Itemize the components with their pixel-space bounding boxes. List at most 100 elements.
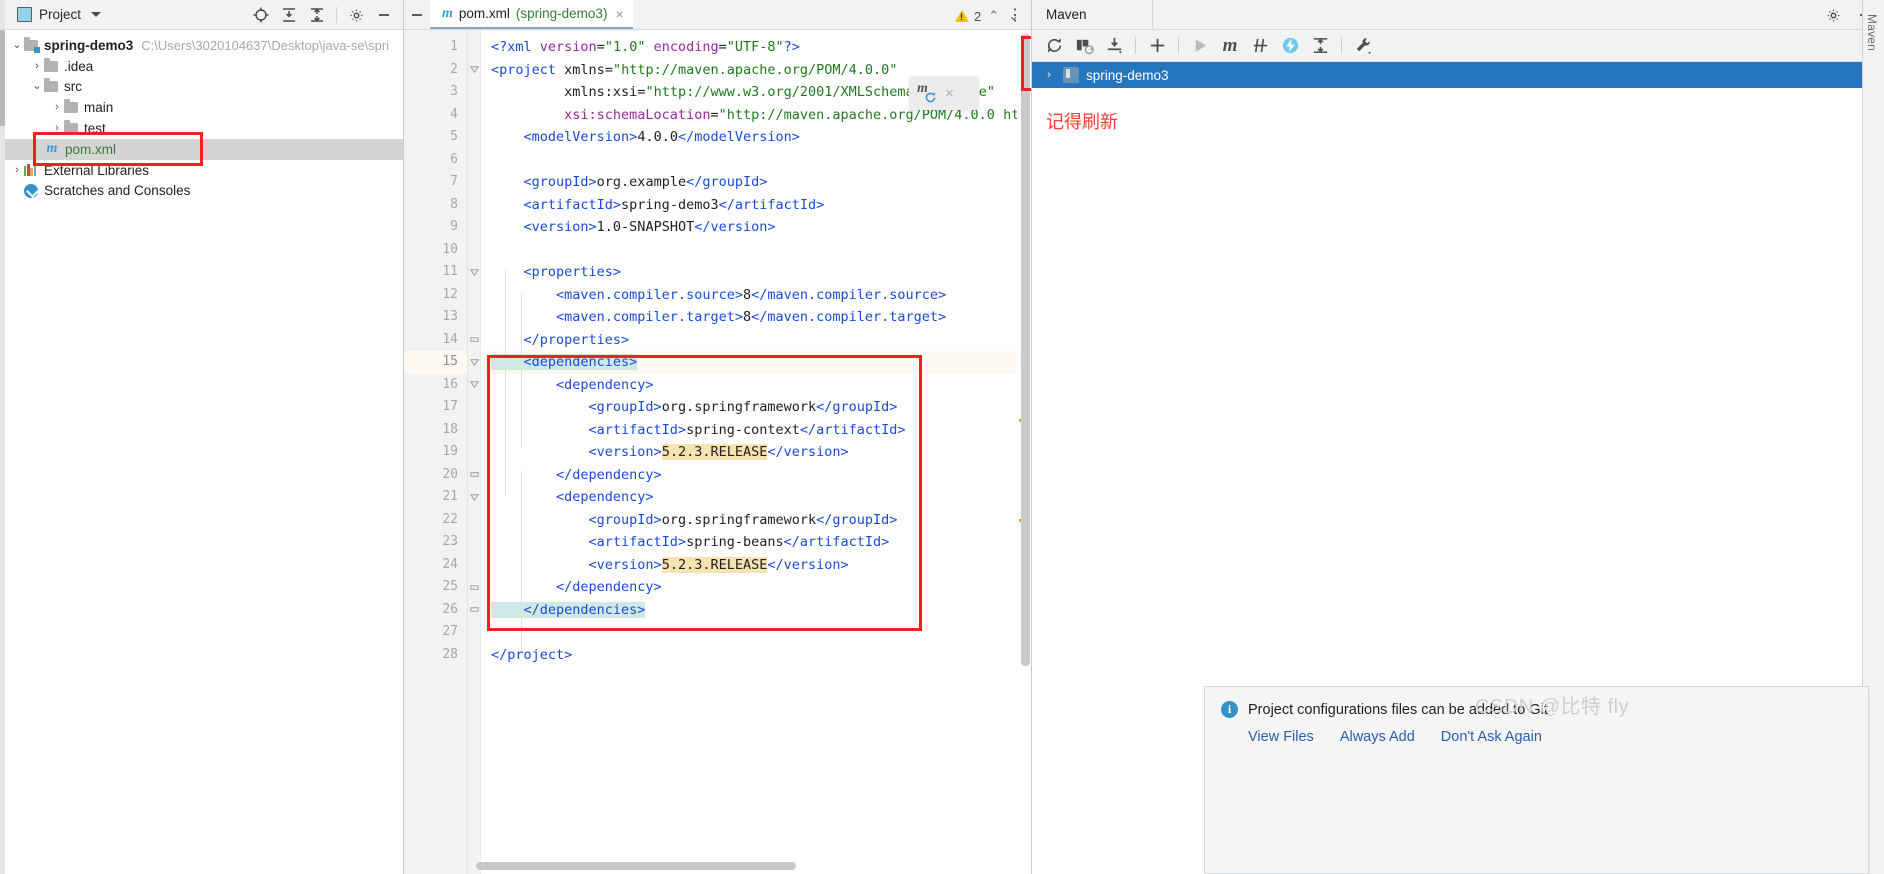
project-file-tree[interactable]: ⌄ spring-demo3 C:\Users\3020104637\Desktop… <box>0 30 403 201</box>
code-line[interactable]: <version>5.2.3.RELEASE</version> <box>481 441 1031 464</box>
chevron-down-icon[interactable] <box>91 12 102 17</box>
code-token: </dependency> <box>491 466 662 483</box>
chevron-down-icon[interactable]: ⌄ <box>30 81 44 92</box>
code-line[interactable]: </dependency> <box>481 576 1031 599</box>
chevron-right-icon[interactable]: › <box>50 123 64 134</box>
gear-icon[interactable] <box>343 2 369 28</box>
code-line[interactable]: <properties> <box>481 261 1031 284</box>
download-sources-icon[interactable] <box>1100 32 1128 60</box>
maven-toolbar: m <box>1032 30 1884 62</box>
code-token: </version> <box>694 219 776 235</box>
code-token: version <box>531 39 597 55</box>
close-icon[interactable]: × <box>615 6 623 22</box>
chevron-down-icon[interactable]: ⌄ <box>10 39 24 51</box>
tree-item-test[interactable]: › test <box>0 118 403 139</box>
maven-project-tree[interactable]: › spring-demo3 <box>1032 62 1884 88</box>
tree-item-external-libraries[interactable]: › External Libraries <box>0 160 403 181</box>
close-icon[interactable]: × <box>945 85 954 102</box>
chevron-right-icon[interactable]: › <box>10 164 24 176</box>
code-line[interactable]: <dependency> <box>481 486 1031 509</box>
view-files-link[interactable]: View Files <box>1248 729 1314 745</box>
project-panel-title: Project <box>39 7 82 22</box>
code-line[interactable]: <artifactId>spring-demo3</artifactId> <box>481 194 1031 217</box>
maven-settings-icon[interactable] <box>1349 32 1377 60</box>
previous-problem-icon[interactable]: ⌃ <box>986 8 1001 24</box>
code-line[interactable]: </dependency> <box>481 464 1031 487</box>
fold-expanded-icon[interactable] <box>469 351 480 374</box>
always-add-link[interactable]: Always Add <box>1340 729 1415 745</box>
fold-collapsed-icon[interactable] <box>469 329 480 352</box>
tree-item-main[interactable]: › main <box>0 97 403 118</box>
tree-item-scratches-and-consoles[interactable]: Scratches and Consoles <box>0 181 403 202</box>
code-content[interactable]: <?xml version="1.0" encoding="UTF-8"?> <p… <box>481 30 1031 874</box>
inspection-widget[interactable]: 2 ⌃ ⌄ <box>954 8 1021 24</box>
code-line[interactable]: <maven.compiler.source>8</maven.compiler… <box>481 284 1031 307</box>
editor-tab-pom-xml[interactable]: m pom.xml (spring-demo3) × <box>430 0 633 29</box>
chevron-right-icon[interactable]: › <box>50 102 64 113</box>
maven-reload-popup[interactable]: m × <box>909 76 979 110</box>
fold-expanded-icon[interactable] <box>469 261 480 284</box>
tree-item-spring-demo3[interactable]: ⌄ spring-demo3 C:\Users\3020104637\Desktop… <box>0 35 403 56</box>
hide-icon[interactable] <box>371 2 397 28</box>
chevron-right-icon[interactable]: › <box>30 60 44 72</box>
code-line[interactable]: </dependencies> <box>481 599 1031 622</box>
code-line[interactable]: <groupId>org.springframework</groupId> <box>481 509 1031 532</box>
project-panel-title-group[interactable]: Project <box>0 7 102 22</box>
code-line[interactable]: <version>1.0-SNAPSHOT</version> <box>481 216 1031 239</box>
execute-maven-goal-icon[interactable]: m <box>1216 32 1244 60</box>
code-line[interactable]: <maven.compiler.target>8</maven.compiler… <box>481 306 1031 329</box>
code-folding-strip[interactable] <box>468 30 481 874</box>
tree-item--idea[interactable]: › .idea <box>0 56 403 77</box>
fold-expanded-icon[interactable] <box>469 486 480 509</box>
maven-tree-item-spring-demo3[interactable]: › spring-demo3 <box>1032 62 1884 88</box>
run-icon[interactable] <box>1186 32 1214 60</box>
code-line[interactable]: <artifactId>spring-beans</artifactId> <box>481 531 1031 554</box>
editor-vertical-scrollbar[interactable] <box>1021 34 1030 666</box>
header-divider <box>1152 0 1153 30</box>
fold-expanded-icon[interactable] <box>469 374 480 397</box>
code-line[interactable]: <dependency> <box>481 374 1031 397</box>
code-line[interactable]: <dependencies> <box>481 351 1031 374</box>
code-line[interactable] <box>481 149 1031 172</box>
code-editor[interactable]: 1 2 3 4 5 6 7 8 9 10 11 12 13 14 15 16 17 18 19 20 21 22 23 24 2… <box>404 30 1031 874</box>
reload-all-maven-projects-icon[interactable] <box>1040 32 1068 60</box>
code-line[interactable]: <artifactId>spring-context</artifactId> <box>481 419 1031 442</box>
maven-reload-icon[interactable]: m <box>915 81 939 105</box>
toggle-offline-mode-icon[interactable] <box>1276 32 1304 60</box>
locate-icon[interactable] <box>248 2 274 28</box>
collapse-all-icon[interactable] <box>1306 32 1334 60</box>
code-line[interactable]: <groupId>org.springframework</groupId> <box>481 396 1031 419</box>
gear-icon[interactable] <box>1820 2 1846 28</box>
tree-item-pom-xml[interactable]: m pom.xml <box>0 138 403 160</box>
minimize-project-icon[interactable] <box>404 0 430 29</box>
chevron-right-icon[interactable]: › <box>1042 69 1056 81</box>
code-line[interactable]: <groupId>org.example</groupId> <box>481 171 1031 194</box>
code-line[interactable]: </project> <box>481 644 1031 667</box>
collapse-all-icon[interactable] <box>304 2 330 28</box>
next-problem-icon[interactable]: ⌄ <box>1006 8 1021 24</box>
code-line[interactable]: <modelVersion>4.0.0</modelVersion> <box>481 126 1031 149</box>
line-number: 17 <box>442 399 458 414</box>
expand-all-icon[interactable] <box>276 2 302 28</box>
line-number: 24 <box>442 556 458 572</box>
code-line[interactable]: <version>5.2.3.RELEASE</version> <box>481 554 1031 577</box>
dont-ask-again-link[interactable]: Don't Ask Again <box>1441 729 1542 745</box>
notification-popup[interactable]: i Project configurations files can be ad… <box>1204 686 1869 874</box>
project-panel-actions <box>248 0 397 30</box>
code-token: "UTF-8" <box>726 39 784 55</box>
tool-tab-maven[interactable]: Maven <box>1865 14 1879 51</box>
fold-collapsed-icon[interactable] <box>469 599 480 622</box>
generate-sources-icon[interactable] <box>1070 32 1098 60</box>
code-line[interactable]: </properties> <box>481 329 1031 352</box>
fold-collapsed-icon[interactable] <box>469 464 480 487</box>
tree-item-src[interactable]: ⌄ src <box>0 77 403 98</box>
code-line[interactable] <box>481 621 1031 644</box>
fold-collapsed-icon[interactable] <box>469 576 480 599</box>
code-line[interactable] <box>481 239 1031 262</box>
fold-expanded-icon[interactable] <box>469 59 480 82</box>
toolbar-divider <box>336 7 337 23</box>
add-maven-project-icon[interactable] <box>1143 32 1171 60</box>
code-line[interactable]: <?xml version="1.0" encoding="UTF-8"?> <box>481 36 1031 59</box>
editor-horizontal-scrollbar[interactable] <box>476 862 796 870</box>
toggle-skip-tests-icon[interactable] <box>1246 32 1274 60</box>
